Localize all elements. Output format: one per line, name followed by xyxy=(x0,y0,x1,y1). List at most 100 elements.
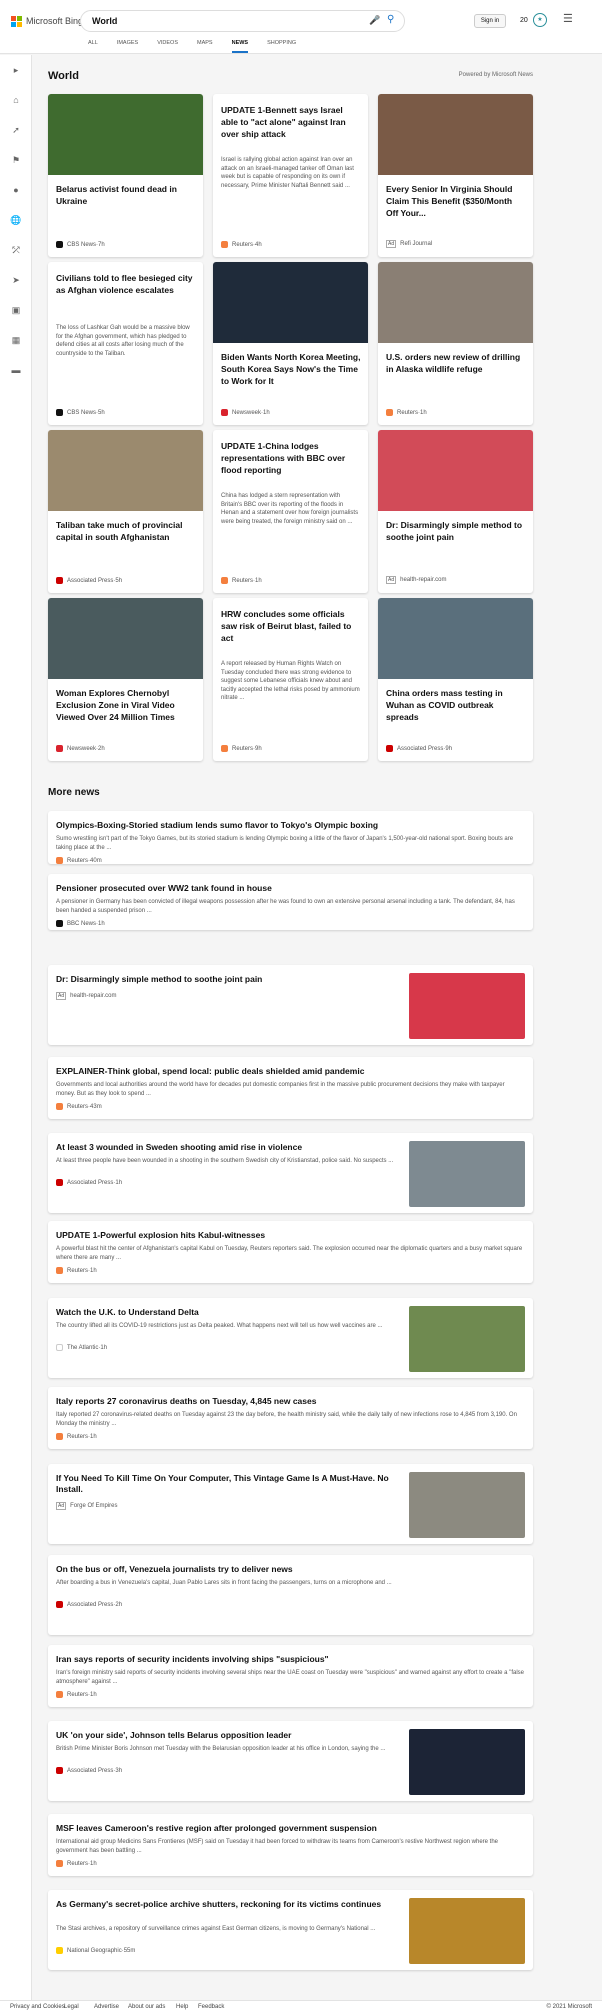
more-news-thumbnail[interactable] xyxy=(409,1898,525,1964)
location-icon[interactable]: ● xyxy=(9,185,23,195)
more-news-item[interactable]: If You Need To Kill Time On Your Compute… xyxy=(48,1464,533,1544)
more-news-source[interactable]: Reuters · 1h xyxy=(56,1433,97,1440)
more-news-item[interactable]: Olympics-Boxing-Storied stadium lends su… xyxy=(48,811,533,864)
news-card-image[interactable] xyxy=(378,262,533,343)
more-news-item[interactable]: At least 3 wounded in Sweden shooting am… xyxy=(48,1133,533,1213)
news-card[interactable]: Every Senior In Virginia Should Claim Th… xyxy=(378,94,533,257)
news-card-title[interactable]: U.S. orders new review of drilling in Al… xyxy=(386,351,526,375)
news-card-source[interactable]: Reuters · 1h xyxy=(221,577,262,584)
more-news-item[interactable]: Iran says reports of security incidents … xyxy=(48,1645,533,1707)
news-card[interactable]: UPDATE 1-China lodges representations wi… xyxy=(213,430,368,593)
more-news-item[interactable]: UK 'on your side', Johnson tells Belarus… xyxy=(48,1721,533,1801)
news-card-source[interactable]: Newsweek · 2h xyxy=(56,745,105,752)
more-news-source[interactable]: Reuters · 1h xyxy=(56,1860,97,1867)
news-card-image[interactable] xyxy=(378,94,533,175)
more-news-item[interactable]: Dr: Disarmingly simple method to soothe … xyxy=(48,965,533,1045)
sign-in-button[interactable]: Sign in xyxy=(474,14,506,28)
more-news-item[interactable]: UPDATE 1-Powerful explosion hits Kabul-w… xyxy=(48,1221,533,1283)
news-card-image[interactable] xyxy=(378,430,533,511)
search-input[interactable]: World xyxy=(92,16,117,26)
news-card-source[interactable]: CBS News · 7h xyxy=(56,241,105,248)
news-card-title[interactable]: Belarus activist found dead in Ukraine xyxy=(56,183,196,207)
news-card-title[interactable]: China orders mass testing in Wuhan as CO… xyxy=(386,687,526,723)
news-card-source[interactable]: Associated Press · 5h xyxy=(56,577,122,584)
more-news-thumbnail[interactable] xyxy=(409,1141,525,1207)
tab-news[interactable]: NEWS xyxy=(231,40,248,53)
tab-images[interactable]: IMAGES xyxy=(117,40,138,53)
news-card-source[interactable]: Ad Refi Journal xyxy=(386,240,432,248)
more-news-source[interactable]: Ad Forge Of Empires xyxy=(56,1502,117,1510)
more-news-thumbnail[interactable] xyxy=(409,1306,525,1372)
more-news-thumbnail[interactable] xyxy=(409,973,525,1039)
news-card[interactable]: Civilians told to flee besieged city as … xyxy=(48,262,203,425)
trending-icon[interactable]: ➚ xyxy=(9,125,23,136)
news-card[interactable]: Taliban take much of provincial capital … xyxy=(48,430,203,593)
news-card-image[interactable] xyxy=(378,598,533,679)
news-card-image[interactable] xyxy=(213,262,368,343)
news-card-title[interactable]: HRW concludes some officials saw risk of… xyxy=(221,608,361,644)
more-news-title[interactable]: At least 3 wounded in Sweden shooting am… xyxy=(56,1142,406,1153)
footer-link-advertise[interactable]: Advertise xyxy=(94,2004,119,2010)
more-news-title[interactable]: Watch the U.K. to Understand Delta xyxy=(56,1307,406,1318)
news-card-title[interactable]: Taliban take much of provincial capital … xyxy=(56,519,196,543)
news-card[interactable]: Biden Wants North Korea Meeting, South K… xyxy=(213,262,368,425)
more-news-title[interactable]: UPDATE 1-Powerful explosion hits Kabul-w… xyxy=(56,1230,265,1241)
footer-link-privacy-and-cookies[interactable]: Privacy and Cookies xyxy=(10,2004,65,2010)
more-news-item[interactable]: Pensioner prosecuted over WW2 tank found… xyxy=(48,874,533,930)
globe-icon[interactable]: 🌐 xyxy=(9,215,23,226)
more-news-title[interactable]: Pensioner prosecuted over WW2 tank found… xyxy=(56,883,272,894)
more-news-title[interactable]: On the bus or off, Venezuela journalists… xyxy=(56,1564,293,1575)
news-card-source[interactable]: Associated Press · 9h xyxy=(386,745,452,752)
news-card[interactable]: Dr: Disarmingly simple method to soothe … xyxy=(378,430,533,593)
more-news-title[interactable]: UK 'on your side', Johnson tells Belarus… xyxy=(56,1730,406,1741)
more-news-source[interactable]: Reuters · 1h xyxy=(56,1691,97,1698)
news-card-image[interactable] xyxy=(48,598,203,679)
more-news-title[interactable]: Dr: Disarmingly simple method to soothe … xyxy=(56,974,406,985)
more-news-title[interactable]: MSF leaves Cameroon's restive region aft… xyxy=(56,1823,377,1834)
card-icon[interactable]: ▬ xyxy=(9,365,23,375)
tab-maps[interactable]: MAPS xyxy=(197,40,213,53)
tab-all[interactable]: ALL xyxy=(88,40,98,53)
news-card-title[interactable]: UPDATE 1-China lodges representations wi… xyxy=(221,440,361,476)
more-news-item[interactable]: On the bus or off, Venezuela journalists… xyxy=(48,1555,533,1635)
more-news-title[interactable]: As Germany's secret-police archive shutt… xyxy=(56,1899,406,1910)
microphone-icon[interactable]: 🎤 xyxy=(369,15,380,26)
news-card[interactable]: China orders mass testing in Wuhan as CO… xyxy=(378,598,533,761)
more-news-thumbnail[interactable] xyxy=(409,1729,525,1795)
flag-icon[interactable]: ⚑ xyxy=(9,155,23,166)
entertainment-icon[interactable]: ▣ xyxy=(9,305,23,316)
bing-logo[interactable]: Microsoft Bing xyxy=(11,14,83,28)
more-news-title[interactable]: EXPLAINER-Think global, spend local: pub… xyxy=(56,1066,364,1077)
more-news-source[interactable]: Associated Press · 2h xyxy=(56,1601,122,1608)
more-news-source[interactable]: Ad health-repair.com xyxy=(56,992,116,1000)
news-card[interactable]: Belarus activist found dead in Ukraine CB… xyxy=(48,94,203,257)
more-news-title[interactable]: Olympics-Boxing-Storied stadium lends su… xyxy=(56,820,378,831)
news-card-title[interactable]: Dr: Disarmingly simple method to soothe … xyxy=(386,519,526,543)
more-news-source[interactable]: BBC News · 1h xyxy=(56,920,105,927)
more-news-source[interactable]: The Atlantic · 1h xyxy=(56,1344,107,1351)
more-news-item[interactable]: As Germany's secret-police archive shutt… xyxy=(48,1890,533,1970)
rocket-icon[interactable]: ➤ xyxy=(9,275,23,286)
news-card-source[interactable]: Newsweek · 1h xyxy=(221,409,270,416)
tab-shopping[interactable]: SHOPPING xyxy=(267,40,296,53)
news-card[interactable]: HRW concludes some officials saw risk of… xyxy=(213,598,368,761)
news-card-source[interactable]: Reuters · 1h xyxy=(386,409,427,416)
expand-icon[interactable]: ▸ xyxy=(9,65,23,76)
more-news-title[interactable]: Italy reports 27 coronavirus deaths on T… xyxy=(56,1396,316,1407)
rewards-medal-icon[interactable]: ★ xyxy=(533,13,547,27)
news-card-source[interactable]: CBS News · 5h xyxy=(56,409,105,416)
tab-videos[interactable]: VIDEOS xyxy=(157,40,178,53)
news-card-source[interactable]: Reuters · 9h xyxy=(221,745,262,752)
news-card-title[interactable]: UPDATE 1-Bennett says Israel able to "ac… xyxy=(221,104,361,140)
more-news-title[interactable]: If You Need To Kill Time On Your Compute… xyxy=(56,1473,406,1495)
more-news-item[interactable]: EXPLAINER-Think global, spend local: pub… xyxy=(48,1057,533,1119)
home-icon[interactable]: ⌂ xyxy=(9,95,23,105)
more-news-source[interactable]: Associated Press · 3h xyxy=(56,1767,122,1774)
news-card-image[interactable] xyxy=(48,94,203,175)
more-news-source[interactable]: Reuters · 43m xyxy=(56,1103,102,1110)
more-news-item[interactable]: Italy reports 27 coronavirus deaths on T… xyxy=(48,1387,533,1449)
search-box[interactable]: World 🎤 ⚲ xyxy=(80,10,405,32)
news-card[interactable]: Woman Explores Chernobyl Exclusion Zone … xyxy=(48,598,203,761)
more-news-title[interactable]: Iran says reports of security incidents … xyxy=(56,1654,329,1665)
more-news-item[interactable]: Watch the U.K. to Understand Delta The co… xyxy=(48,1298,533,1378)
